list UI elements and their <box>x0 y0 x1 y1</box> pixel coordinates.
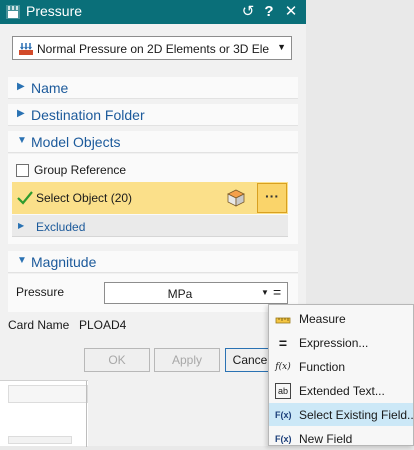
excluded-subsection[interactable]: ▶ Excluded <box>12 215 288 237</box>
pressure-type-icon <box>19 43 33 55</box>
checkmark-icon <box>17 191 33 205</box>
section-magnitude-label: Magnitude <box>31 254 97 270</box>
expression-icon: = <box>278 335 288 351</box>
background-panel <box>0 380 88 447</box>
pressure-unit: MPa <box>167 287 193 301</box>
background-panel-strip <box>8 436 72 444</box>
new-field-icon: F(x) <box>275 434 292 444</box>
section-model-objects[interactable]: ▼ Model Objects <box>8 131 298 153</box>
menu-item-label: Select Existing Field... <box>299 408 414 422</box>
menu-item-label: Measure <box>299 312 346 326</box>
group-reference-label: Group Reference <box>34 163 127 177</box>
menu-item-label: New Field <box>299 432 353 446</box>
pressure-row: Pressure MPa ▼ = <box>16 282 292 308</box>
field-icon: F(x) <box>275 410 292 420</box>
section-name-label: Name <box>31 80 69 96</box>
section-name[interactable]: ▶ Name <box>8 77 298 99</box>
chevron-down-icon[interactable]: ▼ <box>261 288 269 297</box>
formula-menu-icon[interactable]: = <box>273 285 281 299</box>
section-destination-folder-label: Destination Folder <box>31 107 145 123</box>
menu-item-label: Expression... <box>299 336 369 350</box>
menu-item-select-existing-field[interactable]: F(x) Select Existing Field... <box>269 403 414 426</box>
more-options-button[interactable]: ··· <box>257 183 287 213</box>
chevron-down-icon: ▼ <box>17 135 27 146</box>
pressure-dialog: Pressure ↺ ? ✕ Normal Pressure on 2D Ele… <box>0 0 306 447</box>
pressure-value-field[interactable]: MPa ▼ = <box>104 282 288 304</box>
card-name-label: Card Name <box>8 318 70 332</box>
background-divider <box>86 381 87 447</box>
help-icon[interactable]: ? <box>260 2 278 22</box>
menu-item-expression[interactable]: = Expression... <box>269 331 413 354</box>
section-model-objects-label: Model Objects <box>31 134 121 150</box>
menu-item-label: Function <box>299 360 346 374</box>
close-icon[interactable]: ✕ <box>282 2 300 22</box>
excluded-label: Excluded <box>36 220 86 234</box>
ruler-icon <box>275 317 291 324</box>
ok-button[interactable]: OK <box>84 348 150 372</box>
chevron-right-icon: ▶ <box>17 108 25 119</box>
apply-button[interactable]: Apply <box>154 348 220 372</box>
function-icon: f(x) <box>275 362 291 372</box>
chevron-down-icon: ▼ <box>17 255 27 266</box>
load-type-value: Normal Pressure on 2D Elements or 3D Ele… <box>37 42 269 56</box>
section-magnitude[interactable]: ▼ Magnitude <box>8 251 298 273</box>
extended-text-icon: ab <box>275 383 291 399</box>
checkbox-box[interactable] <box>16 164 29 177</box>
chevron-down-icon: ▼ <box>277 42 286 52</box>
pressure-label: Pressure <box>16 285 65 299</box>
section-destination-folder[interactable]: ▶ Destination Folder <box>8 104 298 126</box>
select-object-row[interactable]: Select Object (20) ··· <box>12 182 288 214</box>
dialog-title: Pressure <box>26 3 83 19</box>
dialog-app-icon <box>6 5 20 19</box>
chevron-right-icon: ▶ <box>18 221 25 230</box>
select-object-label: Select Object (20) <box>36 191 133 205</box>
formula-context-menu: Measure = Expression... f(x) Function ab… <box>268 304 414 446</box>
chevron-right-icon: ▶ <box>17 81 25 92</box>
load-type-select[interactable]: Normal Pressure on 2D Elements or 3D Ele… <box>12 36 292 60</box>
cube-selection-icon <box>227 189 245 207</box>
background-panel-header <box>8 385 88 403</box>
card-name-value: PLOAD4 <box>79 318 127 332</box>
menu-item-measure[interactable]: Measure <box>269 307 413 330</box>
menu-item-extended-text[interactable]: ab Extended Text... <box>269 379 413 402</box>
reset-icon[interactable]: ↺ <box>239 2 257 22</box>
menu-item-label: Extended Text... <box>299 384 385 398</box>
title-bar: Pressure ↺ ? ✕ <box>0 0 306 24</box>
menu-item-new-field[interactable]: F(x) New Field <box>269 427 413 450</box>
menu-item-function[interactable]: f(x) Function <box>269 355 413 378</box>
